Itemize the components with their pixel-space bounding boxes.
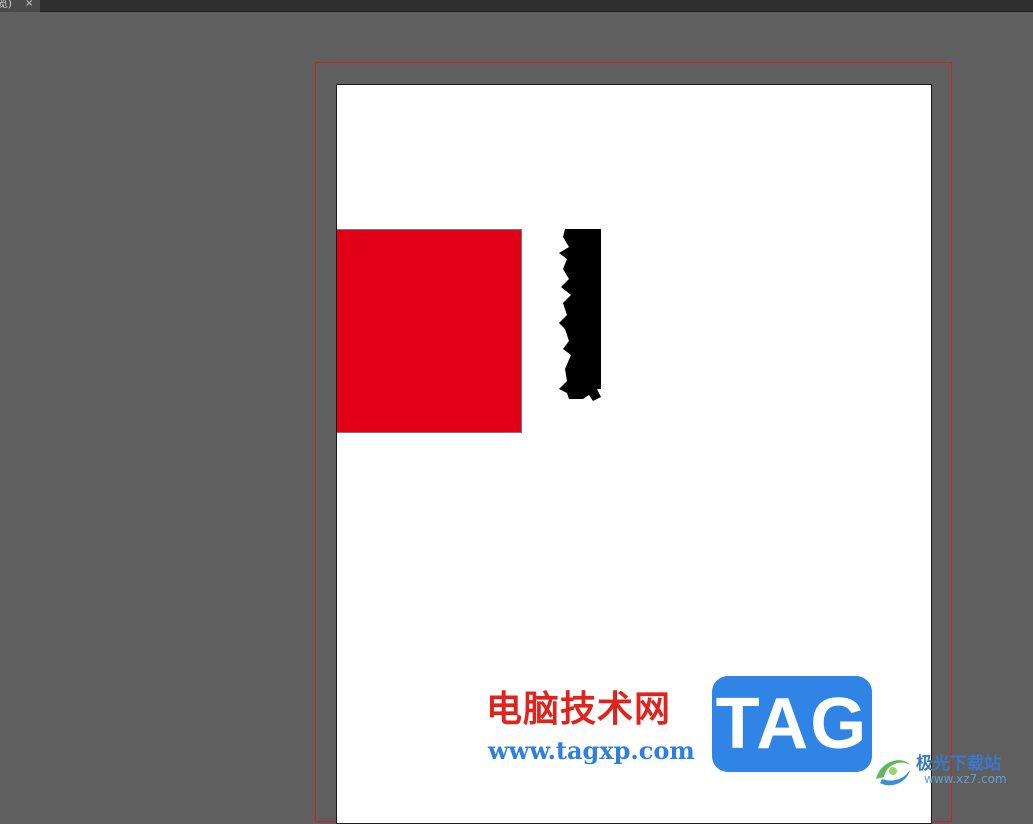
close-icon[interactable]: × (25, 0, 33, 9)
watermark-url: www.tagxp.com (488, 736, 695, 765)
watermark-tag-badge: TAG (712, 676, 872, 772)
swirl-logo-icon (876, 760, 910, 786)
top-bar: 览) × (0, 0, 1033, 12)
corner-logo: 极光下载站 www.xz7.com (872, 745, 1033, 798)
document-tab[interactable]: 览) × (0, 0, 40, 12)
black-jagged-shape[interactable] (553, 229, 603, 401)
red-rectangle-shape[interactable] (337, 229, 522, 433)
document-tab-title: 览) (0, 0, 12, 10)
watermark: 电脑技术网 www.tagxp.com TAG (486, 676, 876, 776)
corner-logo-url: www.xz7.com (924, 772, 1007, 786)
corner-logo-name: 极光下载站 (916, 754, 1001, 774)
watermark-title: 电脑技术网 (486, 688, 672, 730)
